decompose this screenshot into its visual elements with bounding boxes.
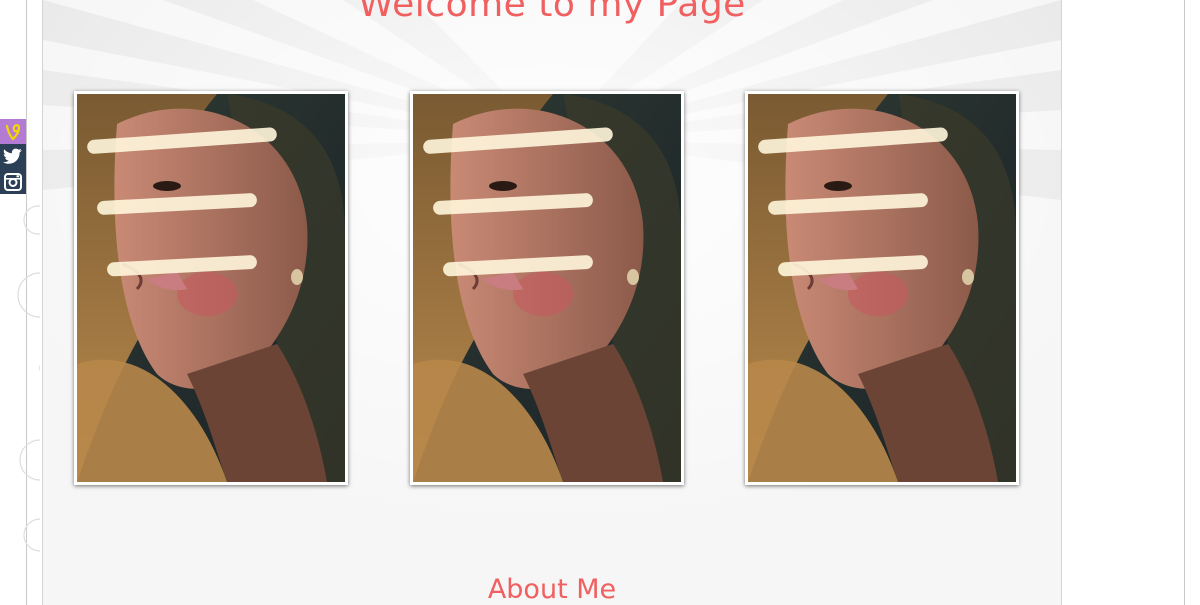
portrait-photo-image bbox=[77, 94, 345, 482]
portrait-photo-image bbox=[748, 94, 1016, 482]
gallery-photo-3[interactable] bbox=[745, 91, 1019, 485]
page-edge-right bbox=[1184, 0, 1185, 605]
social-sidebar bbox=[0, 119, 26, 194]
twitter-button[interactable] bbox=[0, 144, 26, 169]
gallery-photo-2[interactable] bbox=[410, 91, 684, 485]
photo-gallery bbox=[43, 0, 1061, 500]
main-content: Welcome to my Page About Me bbox=[42, 0, 1062, 605]
twitter-icon bbox=[3, 148, 22, 164]
about-me-heading: About Me bbox=[487, 574, 617, 605]
instagram-icon bbox=[4, 172, 22, 191]
vine-icon bbox=[5, 123, 21, 141]
portrait-photo-image bbox=[413, 94, 681, 482]
instagram-button[interactable] bbox=[0, 169, 26, 194]
vine-button[interactable] bbox=[0, 119, 26, 144]
gallery-photo-1[interactable] bbox=[74, 91, 348, 485]
